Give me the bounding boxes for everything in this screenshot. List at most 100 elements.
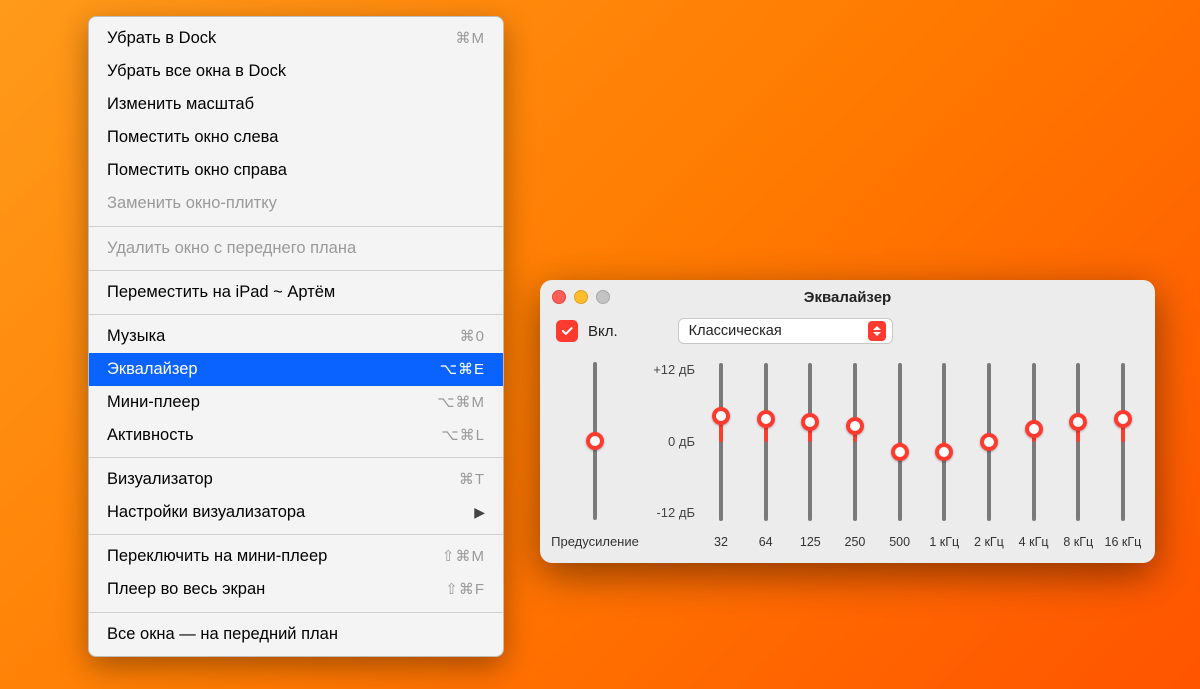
menu-item-label: Поместить окно справа (107, 159, 287, 182)
menu-item-shortcut: ⌘T (459, 469, 485, 490)
band-slider[interactable] (974, 357, 1004, 527)
slider-thumb[interactable] (891, 443, 909, 461)
equalizer-title: Эквалайзер (804, 289, 891, 306)
window-controls (552, 290, 610, 304)
menu-item[interactable]: Поместить окно справа (89, 154, 503, 187)
menu-item-label: Настройки визуализатора (107, 501, 305, 524)
band-label: 16 кГц (1105, 535, 1142, 549)
slider-thumb[interactable] (1025, 420, 1043, 438)
menu-separator (89, 270, 503, 271)
menu-item-shortcut: ⇧⌘M (442, 546, 485, 567)
equalizer-preset-select[interactable]: Классическая (678, 318, 893, 344)
menu-item-shortcut: ⌥⌘L (441, 425, 485, 446)
slider-thumb[interactable] (1069, 413, 1087, 431)
band-column: 1 кГц (922, 357, 966, 549)
band-label: 32 (714, 535, 728, 549)
equalizer-preset-value: Классическая (689, 323, 782, 339)
slider-thumb[interactable] (801, 413, 819, 431)
menu-item[interactable]: Все окна — на передний план (89, 618, 503, 651)
menu-item-shortcut: ⇧⌘F (445, 579, 485, 600)
menu-item[interactable]: Активность ⌥⌘L (89, 419, 503, 452)
db-mid: 0 дБ (668, 434, 695, 449)
band-column: 32 (699, 357, 743, 549)
slider-thumb[interactable] (1114, 410, 1132, 428)
band-column: 500 (878, 357, 922, 549)
band-slider[interactable] (885, 357, 915, 527)
check-icon (560, 324, 574, 338)
band-label: 8 кГц (1063, 535, 1093, 549)
menu-item-label: Музыка (107, 325, 165, 348)
preamp-label: Предусиление (551, 534, 639, 549)
menu-separator (89, 226, 503, 227)
menu-item[interactable]: Музыка ⌘0 (89, 320, 503, 353)
db-top: +12 дБ (653, 362, 695, 377)
slider-thumb[interactable] (712, 407, 730, 425)
menu-item-label: Активность (107, 424, 194, 447)
window-menu[interactable]: Убрать в Dock⌘MУбрать все окна в DockИзм… (88, 16, 504, 657)
band-column: 125 (788, 357, 832, 549)
menu-item[interactable]: Изменить масштаб (89, 88, 503, 121)
slider-thumb[interactable] (980, 433, 998, 451)
band-slider[interactable] (706, 357, 736, 527)
menu-item: Удалить окно с переднего плана (89, 232, 503, 265)
menu-item[interactable]: Переключить на мини-плеер ⇧⌘M (89, 540, 503, 573)
band-label: 250 (845, 535, 866, 549)
band-column: 8 кГц (1056, 357, 1100, 549)
menu-separator (89, 457, 503, 458)
equalizer-titlebar: Эквалайзер (540, 280, 1155, 314)
slider-thumb[interactable] (935, 443, 953, 461)
band-column: 16 кГц (1101, 357, 1145, 549)
band-slider[interactable] (1108, 357, 1138, 527)
slider-thumb[interactable] (757, 410, 775, 428)
close-icon[interactable] (552, 290, 566, 304)
menu-item-shortcut: ⌥⌘M (437, 392, 485, 413)
band-label: 500 (889, 535, 910, 549)
menu-item-shortcut: ⌘M (456, 28, 486, 49)
equalizer-body: Предусиление +12 дБ 0 дБ -12 дБ 32 64 125 2… (540, 344, 1155, 563)
menu-item-label: Удалить окно с переднего плана (107, 237, 356, 260)
equalizer-bands: 32 64 125 250 500 1 кГц 2 кГц 4 кГц 8 кГц 16 кГц (699, 356, 1145, 549)
slider-thumb[interactable] (586, 432, 604, 450)
menu-item-label: Эквалайзер (107, 358, 198, 381)
band-slider[interactable] (1019, 357, 1049, 527)
band-label: 4 кГц (1019, 535, 1049, 549)
equalizer-on-label: Вкл. (588, 323, 618, 340)
menu-item-label: Все окна — на передний план (107, 623, 338, 646)
slider-thumb[interactable] (846, 417, 864, 435)
band-column: 250 (833, 357, 877, 549)
menu-item[interactable]: Мини-плеер⌥⌘M (89, 386, 503, 419)
band-label: 125 (800, 535, 821, 549)
menu-item[interactable]: Плеер во весь экран ⇧⌘F (89, 573, 503, 606)
menu-item: Заменить окно-плитку (89, 187, 503, 220)
band-slider[interactable] (751, 357, 781, 527)
menu-item-label: Переключить на мини-плеер (107, 545, 327, 568)
band-slider[interactable] (929, 357, 959, 527)
chevron-right-icon: ▶ (474, 503, 485, 523)
preamp-column: Предусиление (550, 356, 640, 549)
minimize-icon[interactable] (574, 290, 588, 304)
preamp-slider[interactable] (580, 356, 610, 526)
menu-item-shortcut: ⌥⌘E (440, 359, 485, 380)
menu-item-label: Переместить на iPad ~ Артём (107, 281, 335, 304)
menu-item[interactable]: Настройки визуализатора ▶ (89, 496, 503, 529)
band-slider[interactable] (795, 357, 825, 527)
band-label: 1 кГц (929, 535, 959, 549)
menu-item[interactable]: Убрать все окна в Dock (89, 55, 503, 88)
menu-separator (89, 314, 503, 315)
menu-item[interactable]: Убрать в Dock⌘M (89, 22, 503, 55)
menu-item[interactable]: Переместить на iPad ~ Артём (89, 276, 503, 309)
menu-separator (89, 534, 503, 535)
menu-item[interactable]: Эквалайзер ⌥⌘E (89, 353, 503, 386)
menu-item-shortcut: ⌘0 (460, 326, 485, 347)
band-label: 2 кГц (974, 535, 1004, 549)
band-slider[interactable] (840, 357, 870, 527)
band-column: 2 кГц (967, 357, 1011, 549)
menu-item-label: Плеер во весь экран (107, 578, 265, 601)
db-scale: +12 дБ 0 дБ -12 дБ (640, 356, 695, 526)
band-slider[interactable] (1063, 357, 1093, 527)
menu-item[interactable]: Визуализатор⌘T (89, 463, 503, 496)
zoom-icon (596, 290, 610, 304)
equalizer-on-checkbox[interactable] (556, 320, 578, 342)
menu-item[interactable]: Поместить окно слева (89, 121, 503, 154)
band-label: 64 (759, 535, 773, 549)
